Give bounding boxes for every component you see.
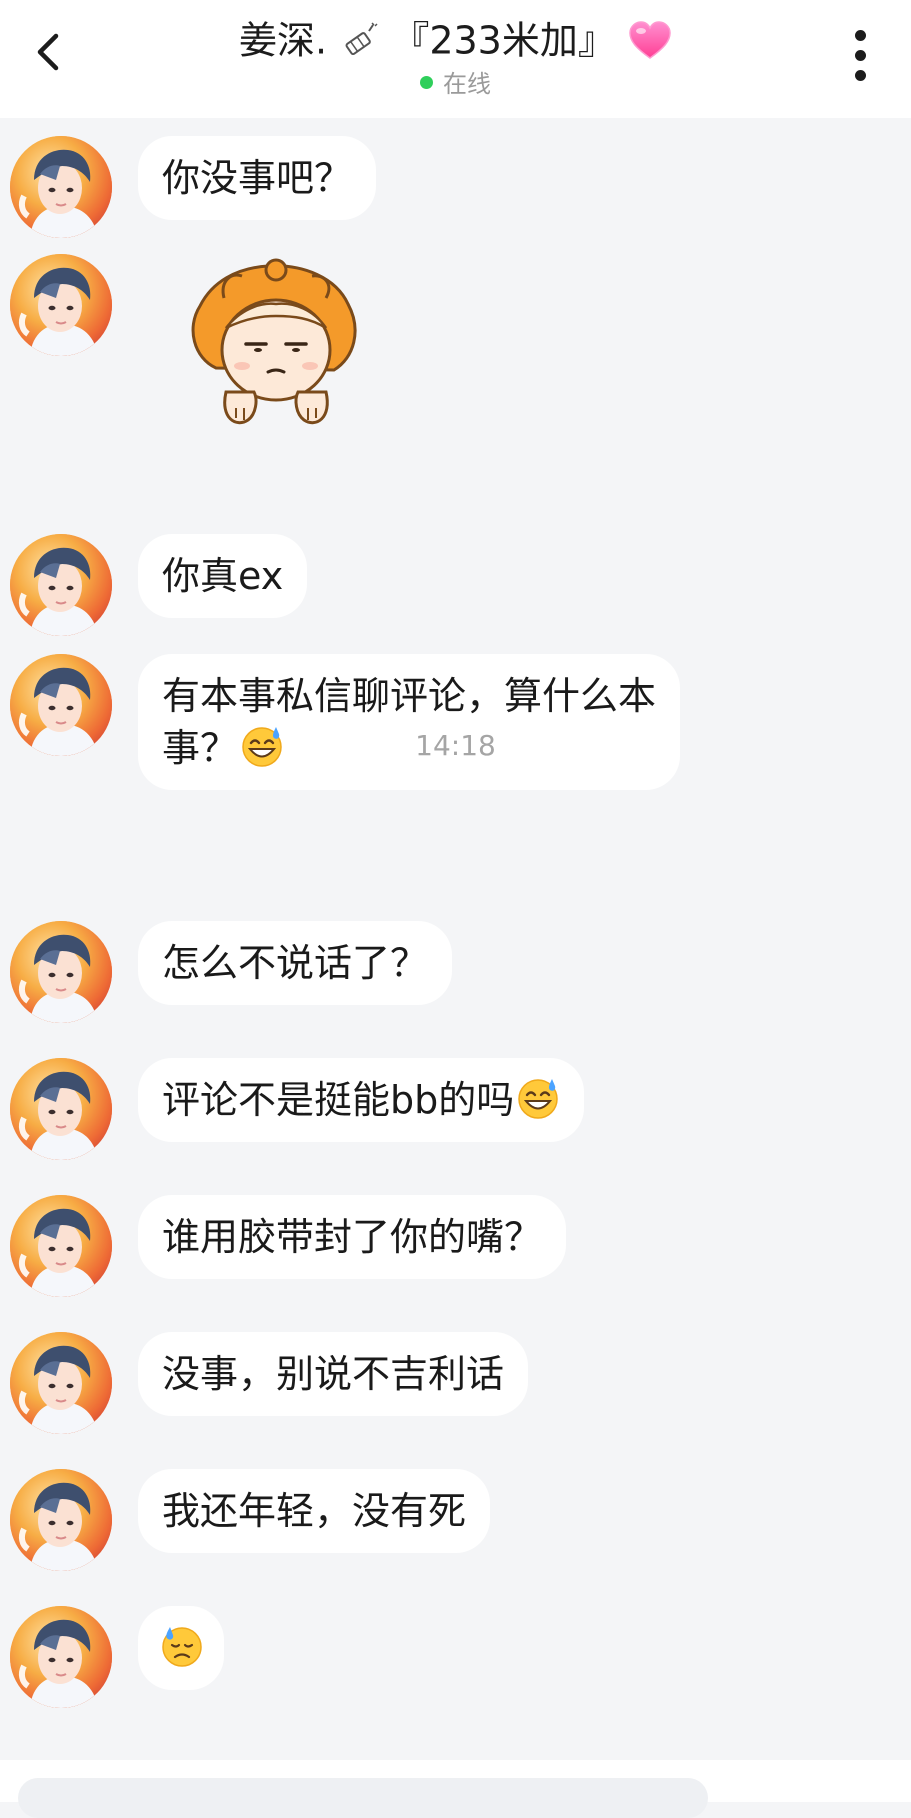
message-bubble[interactable]: [138, 1606, 224, 1690]
contact-name-text: 姜深.: [239, 18, 328, 63]
message-bubble[interactable]: 没事，别说不吉利话: [138, 1332, 529, 1416]
message-text: 怎么不说话了？: [162, 941, 429, 985]
online-dot-icon: [420, 75, 433, 89]
message-text: 谁用胶带封了你的嘴？: [162, 1215, 543, 1259]
sender-avatar[interactable]: [10, 921, 112, 1023]
pink-heart-icon: [629, 20, 671, 59]
cartoon-girl-sticker[interactable]: [176, 258, 376, 438]
sender-avatar[interactable]: [10, 1058, 112, 1160]
contact-tag-text: 『233米加』: [391, 18, 616, 63]
chat-header: 姜深. 『233米加』 在线: [0, 0, 911, 118]
online-status: 在线: [0, 69, 911, 99]
message-text: 没事，别说不吉利话: [162, 1352, 505, 1396]
sender-avatar[interactable]: [10, 534, 112, 636]
input-bar: [0, 1760, 911, 1818]
message-bubble[interactable]: 怎么不说话了？: [138, 921, 453, 1005]
sender-avatar[interactable]: [10, 1469, 112, 1571]
firecracker-icon: [345, 21, 378, 55]
contact-name: 姜深. 『233米加』: [0, 14, 911, 65]
message-bubble[interactable]: 谁用胶带封了你的嘴？: [138, 1195, 567, 1279]
sender-avatar[interactable]: [10, 1195, 112, 1297]
message-bubble[interactable]: 你没事吧？: [138, 136, 377, 220]
downcast-sweat-emoji: [162, 1627, 202, 1667]
message-text: 评论不是挺能bb的吗: [162, 1078, 515, 1122]
chat-title-area[interactable]: 姜深. 『233米加』 在线: [0, 14, 911, 99]
message-text: 你真ex: [162, 554, 284, 598]
message-bubble[interactable]: 我还年轻，没有死: [138, 1469, 491, 1553]
message-text: 我还年轻，没有死: [162, 1489, 467, 1533]
sender-avatar[interactable]: [10, 1606, 112, 1708]
message-timestamp: 14:18: [415, 729, 496, 762]
sender-avatar[interactable]: [10, 254, 112, 356]
message-input[interactable]: [18, 1778, 708, 1818]
sender-avatar[interactable]: [10, 1332, 112, 1434]
sender-avatar[interactable]: [10, 136, 112, 238]
more-options-icon[interactable]: [855, 30, 867, 82]
sweat-smile-emoji: [518, 1079, 558, 1119]
message-bubble[interactable]: 评论不是挺能bb的吗: [138, 1058, 585, 1142]
message-text: 你没事吧？: [162, 156, 353, 200]
message-bubble[interactable]: 有本事私信聊评论，算什么本 事？: [138, 654, 681, 790]
sticker-message[interactable]: [176, 258, 376, 442]
online-status-text: 在线: [443, 69, 491, 98]
message-bubble[interactable]: 你真ex: [138, 534, 308, 618]
